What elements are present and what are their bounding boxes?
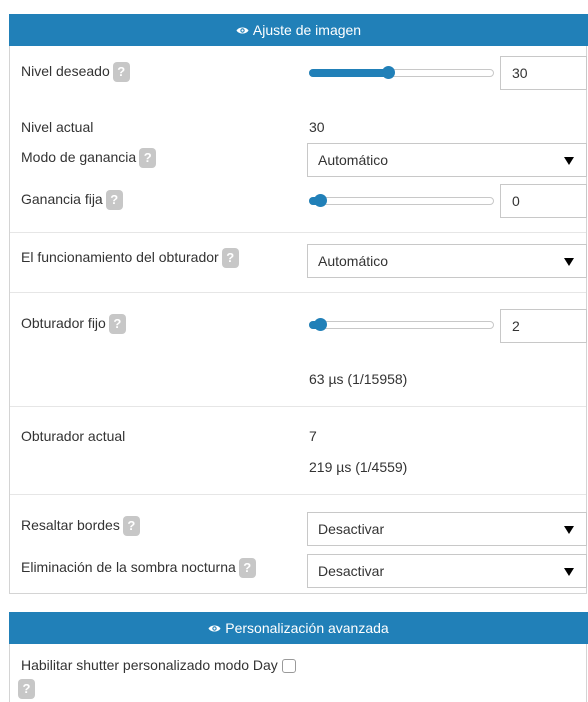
nivel-actual-value: 30 [309, 119, 325, 135]
obturador-modo-label: El funcionamiento del obturador? [21, 248, 239, 269]
nivel-actual-label: Nivel actual [21, 119, 94, 135]
question-icon[interactable]: ? [18, 679, 35, 699]
caret-down-icon [564, 568, 574, 576]
eye-icon [208, 625, 221, 631]
nivel-deseado-slider[interactable] [309, 66, 494, 79]
panel-header-ajuste-imagen: Ajuste de imagen [9, 14, 588, 46]
obturador-actual-label: Obturador actual [21, 428, 126, 444]
obturador-fijo-input[interactable]: 2 [500, 309, 587, 343]
obturador-fijo-time: 63 µs (1/15958) [309, 371, 408, 387]
ganancia-fija-slider[interactable] [309, 194, 494, 207]
select-value: Automático [318, 152, 389, 168]
slider-track [309, 321, 494, 329]
resaltar-bordes-label: Resaltar bordes? [21, 516, 140, 537]
resaltar-bordes-select[interactable]: Desactivar [307, 512, 587, 546]
nivel-deseado-label: Nivel deseado? [21, 62, 130, 83]
question-icon[interactable]: ? [238, 558, 256, 579]
slider-thumb[interactable] [382, 66, 395, 79]
label-text: Modo de ganancia [21, 149, 137, 165]
question-icon[interactable]: ? [105, 190, 123, 211]
divider [10, 494, 586, 495]
question-icon[interactable]: ? [108, 314, 126, 335]
obturador-fijo-slider[interactable] [309, 318, 494, 331]
label-text: Habilitar shutter personalizado modo Day [21, 657, 278, 673]
caret-down-icon [564, 157, 574, 165]
select-value: Desactivar [318, 521, 385, 537]
eye-icon [236, 27, 249, 33]
panel-header-personalizacion: Personalización avanzada [9, 612, 588, 644]
slider-thumb[interactable] [314, 194, 327, 207]
question-icon[interactable]: ? [139, 148, 157, 169]
label-text: Obturador fijo [21, 315, 106, 331]
obturador-actual-value: 7 [309, 428, 317, 444]
modo-ganancia-select[interactable]: Automático [307, 143, 587, 177]
shutter-day-label: Habilitar shutter personalizado modo Day [21, 656, 296, 674]
panel-title: Personalización avanzada [225, 620, 389, 636]
obturador-actual-time: 219 µs (1/4559) [309, 459, 408, 475]
nivel-deseado-input[interactable]: 30 [500, 56, 587, 90]
shutter-day-help-wrap: ? [18, 679, 35, 699]
question-icon[interactable]: ? [112, 62, 130, 83]
divider [10, 406, 586, 407]
divider [10, 232, 586, 233]
label-text: El funcionamiento del obturador [21, 249, 219, 265]
select-value: Automático [318, 253, 389, 269]
label-text: Resaltar bordes [21, 517, 120, 533]
sombra-nocturna-label: Eliminación de la sombra nocturna? [21, 558, 256, 579]
panel-title: Ajuste de imagen [252, 22, 362, 38]
label-text: Ganancia fija [21, 191, 103, 207]
caret-down-icon [564, 526, 574, 534]
question-icon[interactable]: ? [221, 248, 239, 269]
divider [10, 292, 586, 293]
label-text: Eliminación de la sombra nocturna [21, 559, 236, 575]
label-text: Nivel deseado [21, 63, 110, 79]
caret-down-icon [564, 258, 574, 266]
slider-thumb[interactable] [314, 318, 327, 331]
obturador-fijo-label: Obturador fijo? [21, 314, 126, 335]
ganancia-fija-input[interactable]: 0 [500, 184, 587, 218]
select-value: Desactivar [318, 563, 385, 579]
question-icon[interactable]: ? [122, 516, 140, 537]
slider-track [309, 197, 494, 205]
ganancia-fija-label: Ganancia fija? [21, 190, 123, 211]
slider-fill [309, 69, 388, 77]
obturador-modo-select[interactable]: Automático [307, 244, 587, 278]
sombra-nocturna-select[interactable]: Desactivar [307, 554, 587, 588]
shutter-day-checkbox[interactable] [281, 659, 296, 674]
modo-ganancia-label: Modo de ganancia? [21, 148, 157, 169]
